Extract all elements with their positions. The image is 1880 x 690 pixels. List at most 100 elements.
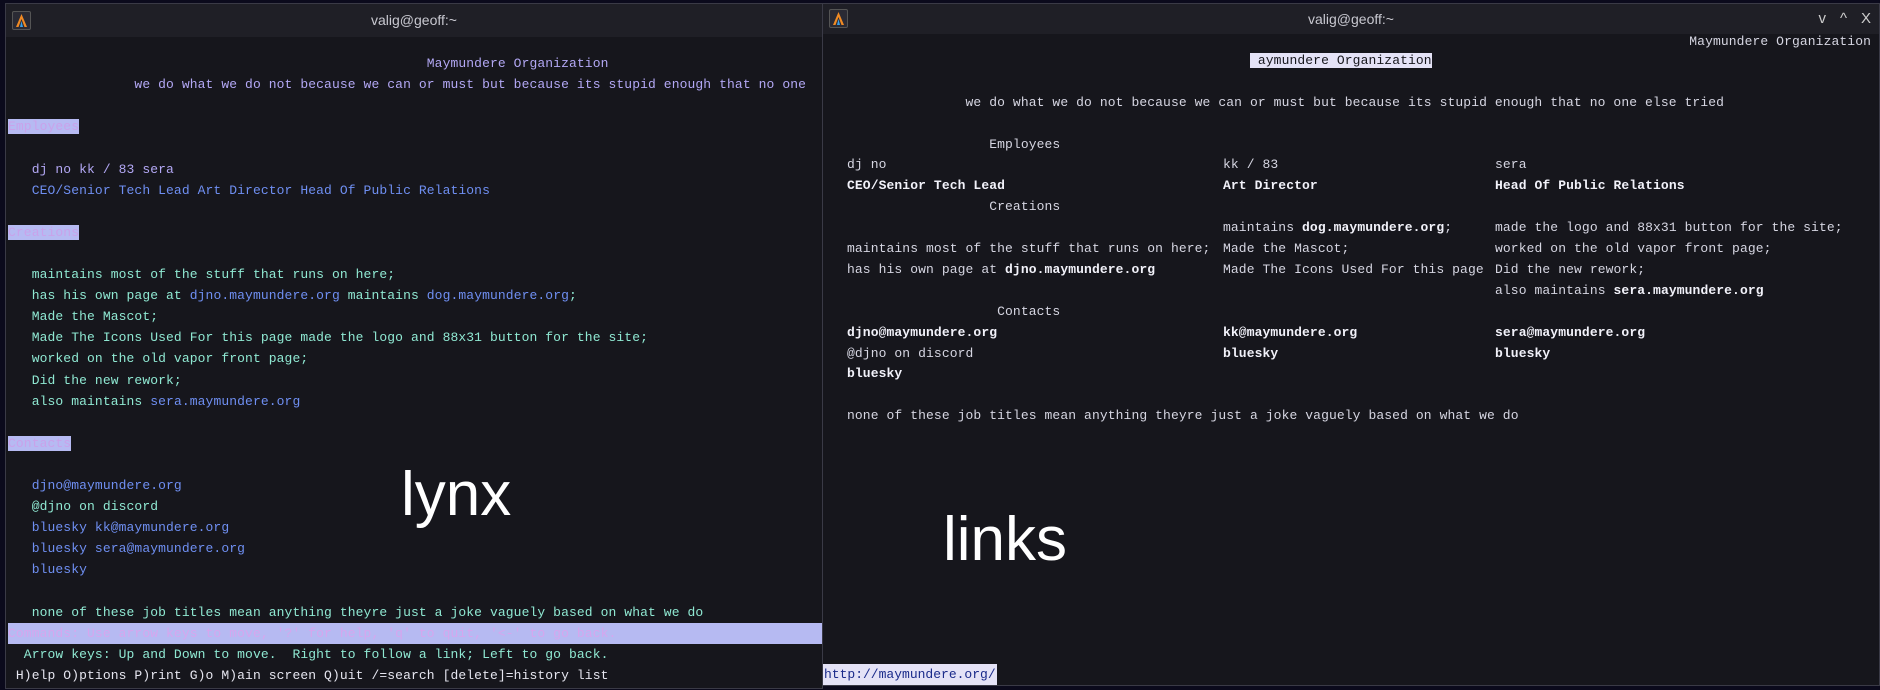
text-segment: @djno on discord	[847, 345, 974, 361]
link[interactable]: bluesky sera@maymundere.org	[8, 541, 245, 556]
text-segment: made the logo and 88x31 button for the s…	[1495, 220, 1843, 236]
text-segment: CEO/Senior Tech Lead	[847, 178, 1006, 194]
status-url: http://maymundere.org/	[823, 664, 997, 685]
link[interactable]: djno.maymundere.org	[190, 288, 340, 303]
table-cell: kk / 83	[1223, 154, 1278, 175]
text-segment: maintains	[339, 288, 427, 304]
text-line: Employees	[847, 134, 1060, 155]
table-cell: maintains dog.maymundere.org;	[1223, 217, 1452, 238]
link[interactable]: sera.maymundere.org	[1614, 283, 1764, 298]
text-segment: Did the new rework;	[1495, 261, 1646, 277]
text-line: we do what we do not because we can or m…	[8, 74, 806, 95]
text-segment: ;	[569, 288, 577, 304]
text-line: maintains most of the stuff that runs on…	[8, 264, 395, 285]
text-segment: maintains most of the stuff that runs on…	[847, 241, 1211, 256]
table-cell: maintains most of the stuff that runs on…	[847, 238, 1210, 259]
text-line: @djno on discord	[8, 496, 158, 517]
text-line: H)elp O)ptions P)rint G)o M)ain screen Q…	[8, 665, 609, 686]
text-segment: Employees	[847, 136, 1061, 152]
table-cell: Made the Mascot;	[1223, 238, 1349, 259]
text-line: djno@maymundere.org	[8, 475, 182, 496]
link[interactable]: sera@maymundere.org	[1495, 325, 1645, 340]
text-line: bluesky kk@maymundere.org	[8, 517, 229, 538]
text-segment: sera	[1495, 157, 1527, 173]
link[interactable]: bluesky kk@maymundere.org	[8, 520, 229, 535]
text-line: none of these job titles mean anything t…	[847, 405, 1519, 426]
links-terminal-window: valig@geoff:~ v ^ X Maymundere Organizat…	[822, 3, 1880, 686]
text-line: Creations	[847, 196, 1060, 217]
text-segment: none of these job titles mean anything t…	[8, 604, 704, 620]
text-segment: Did the new rework;	[8, 372, 182, 388]
terminal-app-icon	[829, 9, 848, 28]
text-segment: kk / 83	[1223, 157, 1279, 173]
link[interactable]: bluesky	[8, 562, 87, 577]
link[interactable]: CEO/Senior Tech Lead Art Director Head O…	[8, 183, 490, 198]
link[interactable]: dog.maymundere.org	[427, 288, 569, 303]
text-segment: worked on the old vapor front page;	[8, 351, 309, 367]
text-segment: Arrow keys: Up and Down to move. Right t…	[8, 646, 609, 662]
text-line: Creations	[8, 222, 80, 243]
text-line: Contacts	[847, 301, 1060, 322]
link[interactable]: sera.maymundere.org	[150, 394, 300, 409]
link[interactable]: dog.maymundere.org	[1302, 220, 1444, 235]
text-segment: maintains	[1223, 220, 1303, 236]
table-cell: Did the new rework;	[1495, 259, 1645, 280]
table-cell: @djno on discord	[847, 343, 973, 364]
text-segment: we do what we do not because we can or m…	[847, 94, 1725, 110]
text-line: bluesky	[8, 559, 87, 580]
text-segment: bluesky	[1495, 345, 1551, 361]
text-segment: Art Director	[1223, 178, 1318, 194]
text-segment: Contacts	[847, 303, 1061, 319]
table-cell: kk@maymundere.org	[1223, 322, 1357, 343]
text-segment: dj no	[847, 157, 887, 173]
section-heading[interactable]: Employees	[8, 119, 80, 135]
text-segment: also maintains	[1495, 282, 1614, 298]
text-line: Made The Icons Used For this page made t…	[8, 327, 648, 348]
text-segment: ;	[1444, 220, 1453, 236]
text-line: none of these job titles mean anything t…	[8, 602, 704, 623]
text-segment	[847, 53, 1250, 68]
lynx-terminal-window: valig@geoff:~ Maymundere Organization we…	[5, 3, 823, 689]
link[interactable]: djno@maymundere.org	[8, 478, 182, 493]
links-content: aymundere Organization we do what we do …	[847, 4, 1879, 685]
text-segment: H)elp O)ptions P)rint G)o M)ain screen Q…	[8, 667, 609, 683]
section-heading[interactable]: Contacts	[8, 435, 72, 451]
text-segment: worked on the old vapor front page;	[1495, 241, 1772, 256]
text-line: Did the new rework;	[8, 370, 182, 391]
text-line: Contacts	[8, 433, 72, 454]
table-cell: bluesky	[847, 363, 902, 384]
section-heading[interactable]: Creations	[8, 224, 80, 240]
table-cell: has his own page at djno.maymundere.org	[847, 259, 1155, 280]
text-line: we do what we do not because we can or m…	[847, 92, 1724, 113]
text-segment: Creations	[847, 199, 1061, 215]
table-cell: Made The Icons Used For this page	[1223, 259, 1484, 280]
table-cell: CEO/Senior Tech Lead	[847, 175, 1005, 196]
link[interactable]: djno.maymundere.org	[1005, 262, 1155, 277]
link[interactable]: djno@maymundere.org	[847, 325, 997, 340]
lynx-content: Maymundere Organization we do what we do…	[8, 4, 822, 688]
text-line: bluesky sera@maymundere.org	[8, 538, 245, 559]
table-cell: Head Of Public Relations	[1495, 175, 1685, 196]
text-line: dj no kk / 83 sera	[8, 159, 174, 180]
text-segment: has his own page at	[8, 288, 190, 304]
text-line: Employees	[8, 116, 80, 137]
text-line: also maintains sera.maymundere.org	[8, 391, 301, 412]
text-segment: Maymundere Organization	[8, 56, 609, 71]
text-line: has his own page at djno.maymundere.org …	[8, 285, 577, 306]
text-segment: maintains most of the stuff that runs on…	[8, 267, 396, 282]
text-line: aymundere Organization	[847, 50, 1432, 71]
link[interactable]: kk@maymundere.org	[1223, 325, 1357, 340]
text-segment: none of these job titles mean anything t…	[847, 408, 1519, 424]
text-segment: also maintains	[8, 393, 151, 409]
text-segment: Made the Mascot;	[8, 309, 159, 325]
text-segment: has his own page at	[847, 261, 1006, 277]
table-cell: sera	[1495, 154, 1527, 175]
text-segment: bluesky	[1223, 345, 1279, 361]
table-cell: made the logo and 88x31 button for the s…	[1495, 217, 1843, 238]
table-cell: Art Director	[1223, 175, 1318, 196]
text-segment: aymundere Organization	[1249, 52, 1432, 68]
table-cell: bluesky	[1223, 343, 1278, 364]
text-segment: Made The Icons Used For this page	[1223, 261, 1484, 277]
text-segment: dj no kk / 83 sera	[8, 161, 174, 177]
text-line: Maymundere Organization	[8, 53, 609, 74]
